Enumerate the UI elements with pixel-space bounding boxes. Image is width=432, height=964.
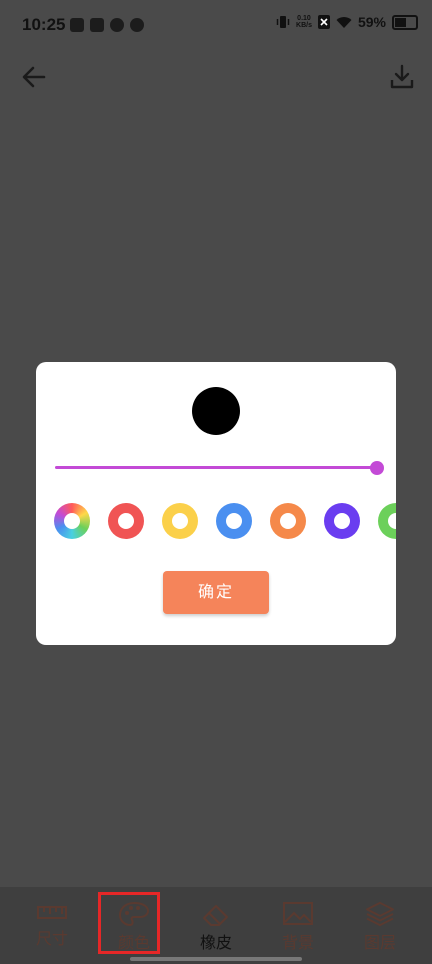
back-arrow-icon[interactable] bbox=[20, 63, 48, 91]
bottom-toolbar: 尺寸 颜色 橡皮 背景 图层 bbox=[0, 887, 432, 964]
tool-size[interactable]: 尺寸 bbox=[9, 887, 95, 953]
swatch-red[interactable] bbox=[108, 503, 144, 539]
color-slider-track[interactable] bbox=[55, 466, 377, 469]
swatch-purple[interactable] bbox=[324, 503, 360, 539]
swatch-blue[interactable] bbox=[216, 503, 252, 539]
ruler-icon bbox=[37, 906, 67, 919]
tool-layers[interactable]: 图层 bbox=[337, 887, 423, 953]
tool-label-background: 背景 bbox=[281, 935, 314, 952]
color-preview bbox=[192, 387, 240, 435]
status-right: 0.10 KB/s 59% bbox=[276, 14, 418, 30]
net-speed-unit: KB/s bbox=[296, 22, 312, 29]
battery-fill bbox=[395, 17, 406, 27]
color-picker-dialog: 确定 bbox=[36, 362, 396, 645]
net-speed-value: 0.10 bbox=[297, 15, 311, 22]
tool-background[interactable]: 背景 bbox=[255, 887, 341, 953]
swatch-yellow[interactable] bbox=[162, 503, 198, 539]
eraser-icon bbox=[203, 905, 228, 926]
calendar-icon bbox=[70, 18, 84, 32]
wechat-icon bbox=[130, 18, 144, 32]
swatch-row bbox=[54, 503, 396, 539]
highlight-box bbox=[98, 892, 160, 954]
download-icon[interactable] bbox=[388, 63, 416, 91]
battery-icon bbox=[392, 14, 418, 30]
mail-icon bbox=[90, 18, 104, 32]
tool-eraser[interactable]: 橡皮 bbox=[173, 887, 259, 953]
home-indicator bbox=[130, 957, 302, 961]
color-slider-thumb[interactable] bbox=[370, 461, 384, 475]
swatch-orange[interactable] bbox=[270, 503, 306, 539]
tool-label-layers: 图层 bbox=[363, 935, 396, 952]
layers-icon bbox=[366, 901, 394, 927]
confirm-button[interactable]: 确定 bbox=[163, 571, 269, 614]
battery-percent: 59% bbox=[357, 14, 386, 30]
tool-label-eraser: 橡皮 bbox=[199, 935, 232, 952]
wifi-icon bbox=[336, 16, 352, 28]
net-speed: 0.10 KB/s bbox=[296, 15, 312, 29]
vibrate-icon bbox=[276, 16, 290, 28]
app-icon bbox=[110, 18, 124, 32]
status-time: 10:25 bbox=[22, 15, 66, 34]
notification-icons bbox=[70, 18, 144, 32]
swatch-rainbow[interactable] bbox=[54, 503, 90, 539]
tool-label-size: 尺寸 bbox=[35, 931, 68, 948]
swatch-green[interactable] bbox=[378, 503, 396, 539]
no-sim-icon bbox=[317, 15, 330, 29]
image-icon bbox=[283, 902, 313, 925]
